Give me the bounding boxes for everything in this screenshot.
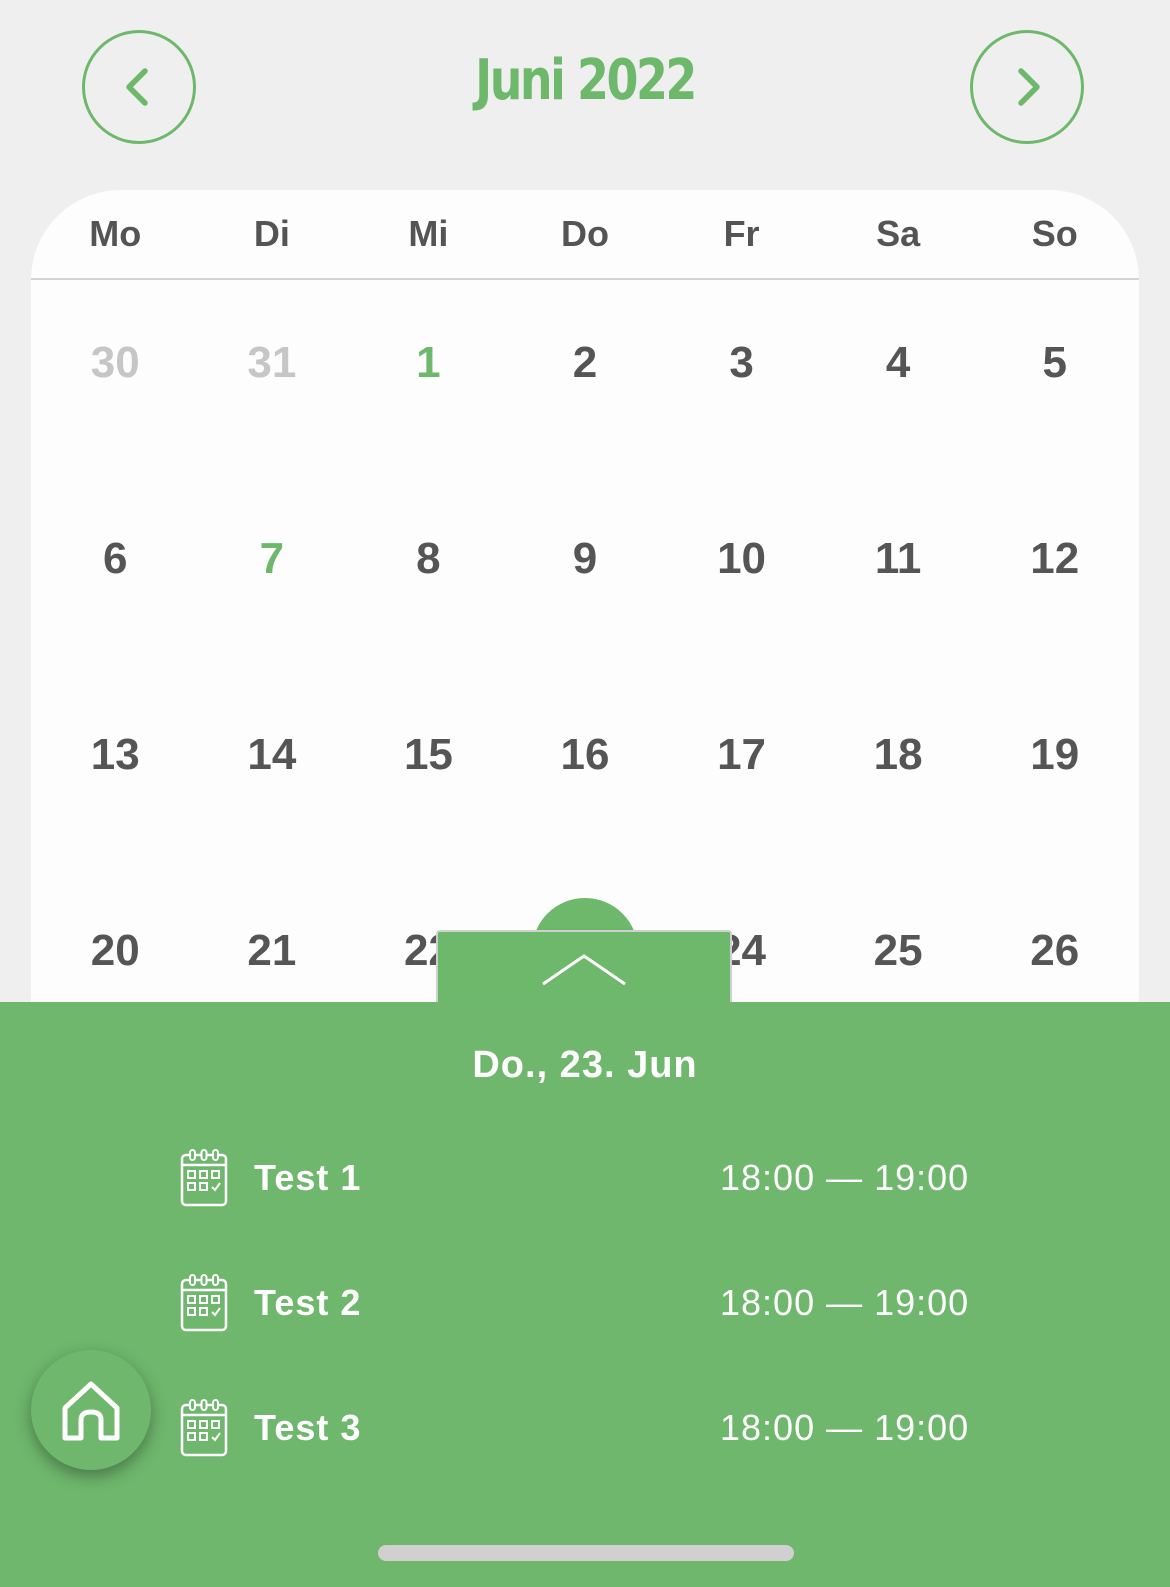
day-30[interactable]: 30 xyxy=(37,280,194,476)
day-15[interactable]: 15 xyxy=(350,672,507,868)
day-31[interactable]: 31 xyxy=(194,280,351,476)
day-26[interactable]: 26 xyxy=(976,868,1133,1010)
calendar-icon xyxy=(180,1149,228,1207)
day-9[interactable]: 9 xyxy=(507,476,664,672)
weekday-label: Mi xyxy=(408,213,449,254)
day-6[interactable]: 6 xyxy=(37,476,194,672)
calendar-grid: Mo Di Mi Do Fr Sa So 30 31 1 2 3 4 5 6 7 8 9 10 11 12… xyxy=(31,190,1139,1010)
weekday-label: Do xyxy=(560,213,609,254)
day-5[interactable]: 5 xyxy=(976,280,1133,476)
event-row[interactable]: Test 3 18:00 — 19:00 xyxy=(180,1398,980,1458)
chevron-up-icon xyxy=(542,954,626,986)
day-10[interactable]: 10 xyxy=(663,476,820,672)
next-month-button[interactable] xyxy=(970,30,1084,144)
day-events-sheet: Do., 23. Jun Test 1 18:00 — 19:00 Test 2 18… xyxy=(0,1002,1170,1587)
selected-date-label: Do., 23. Jun xyxy=(472,1044,698,1086)
event-row[interactable]: Test 2 18:00 — 19:00 xyxy=(180,1273,980,1333)
day-18[interactable]: 18 xyxy=(820,672,977,868)
day-16[interactable]: 16 xyxy=(507,672,664,868)
month-title: Juni 2022 xyxy=(475,48,697,113)
event-row[interactable]: Test 1 18:00 — 19:00 xyxy=(180,1148,980,1208)
day-13[interactable]: 13 xyxy=(37,672,194,868)
day-2[interactable]: 2 xyxy=(507,280,664,476)
event-time: 18:00 — 19:00 xyxy=(720,1157,970,1198)
weekday-header: Mo Di Mi Do Fr Sa So xyxy=(31,190,1139,280)
sheet-handle[interactable] xyxy=(436,930,732,1008)
calendar-icon xyxy=(180,1274,228,1332)
event-title: Test 1 xyxy=(254,1157,362,1198)
day-8[interactable]: 8 xyxy=(350,476,507,672)
weekday-label: Sa xyxy=(876,213,921,254)
day-20[interactable]: 20 xyxy=(37,868,194,1010)
event-title: Test 2 xyxy=(254,1282,362,1323)
home-indicator xyxy=(378,1545,794,1561)
day-1[interactable]: 1 xyxy=(350,280,507,476)
day-21[interactable]: 21 xyxy=(194,868,351,1010)
day-4[interactable]: 4 xyxy=(820,280,977,476)
chevron-right-icon xyxy=(1018,68,1040,106)
day-7[interactable]: 7 xyxy=(194,476,351,672)
day-25[interactable]: 25 xyxy=(820,868,977,1010)
weekday-label: Di xyxy=(253,213,290,254)
weekday-label: Mo xyxy=(89,213,142,254)
day-3[interactable]: 3 xyxy=(663,280,820,476)
home-icon xyxy=(62,1381,120,1441)
weekday-label: Fr xyxy=(723,213,760,254)
event-title: Test 3 xyxy=(254,1407,362,1448)
event-time: 18:00 — 19:00 xyxy=(720,1407,970,1448)
day-19[interactable]: 19 xyxy=(976,672,1133,868)
day-14[interactable]: 14 xyxy=(194,672,351,868)
day-12[interactable]: 12 xyxy=(976,476,1133,672)
home-button[interactable] xyxy=(31,1350,151,1470)
event-time: 18:00 — 19:00 xyxy=(720,1282,970,1323)
day-17[interactable]: 17 xyxy=(663,672,820,868)
calendar-icon xyxy=(180,1399,228,1457)
weekday-label: So xyxy=(1031,213,1078,254)
day-11[interactable]: 11 xyxy=(820,476,977,672)
